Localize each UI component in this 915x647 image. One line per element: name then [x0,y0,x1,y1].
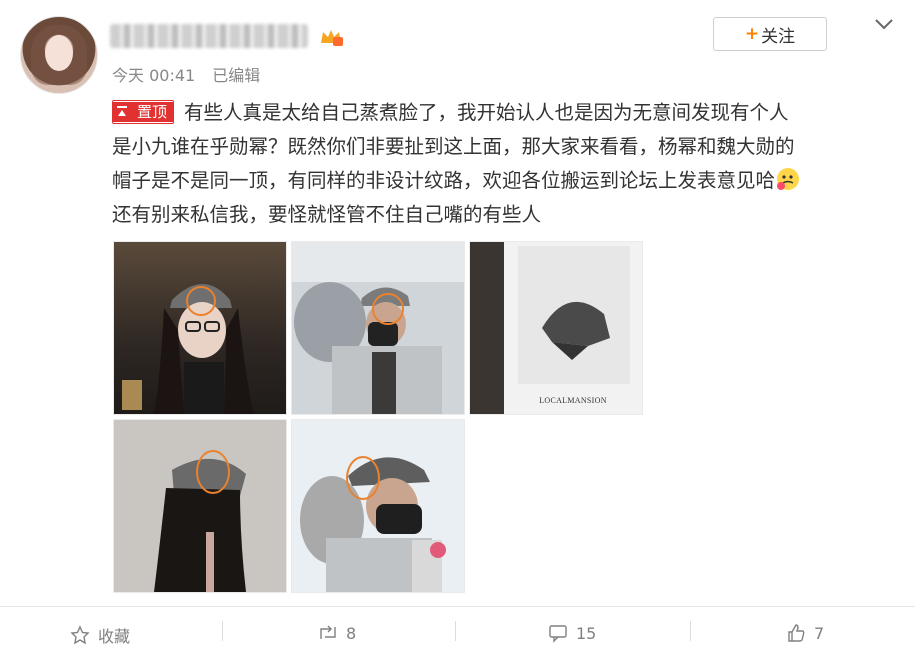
chevron-down-icon[interactable] [872,12,896,36]
highlight-circle [186,286,216,316]
emoji-icon [775,166,801,192]
text-line-3: 帽子是不是同一顶，有同样的非设计纹路，欢迎各位搬运到论坛上发表意见哈 [112,164,892,198]
follow-label: 关注 [761,26,796,47]
photo-1[interactable] [113,241,287,415]
repost-count: 8 [346,623,357,643]
text-line-4: 还有别来私信我，要怪就怪管不住自己嘴的有些人 [112,203,542,226]
action-separator [690,621,691,641]
like-count: 7 [814,623,825,643]
pin-icon [113,101,131,122]
photo-4[interactable] [113,419,287,593]
post-meta: 今天 00:41 已编辑 [112,62,272,86]
comment-icon [548,623,568,643]
photo-5[interactable] [291,419,465,593]
username-blurred[interactable] [110,24,308,48]
like-icon [786,623,806,643]
pin-badge: 置顶 [112,99,175,124]
text-line-2: 是小九谁在乎勋幂？既然你们非要扯到这上面，那大家来看看，杨幂和魏大勋的 [112,135,795,158]
follow-button[interactable]: + 关注 [713,17,827,51]
comment-count: 15 [576,623,597,643]
comment-button[interactable]: 15 [548,623,596,643]
action-separator [222,621,223,641]
photo-3[interactable]: LOCALMANSION [469,241,643,415]
post-text: 置顶 有些人真是太给自己蒸煮脸了，我开始认人也是因为无意间发现有个人 是小九谁在… [112,96,892,232]
avatar[interactable] [20,16,98,94]
plus-icon: + [744,24,760,44]
crown-icon [318,26,344,48]
highlight-circle [196,450,230,494]
product-label: LOCALMANSION [539,396,607,405]
favorite-icon [70,625,90,645]
highlight-circle [372,293,404,325]
photo-2[interactable] [291,241,465,415]
pin-label: 置顶 [131,101,174,122]
text-line-1: 置顶 有些人真是太给自己蒸煮脸了，我开始认人也是因为无意间发现有个人 [112,96,892,130]
repost-icon [318,623,338,643]
highlight-circle [346,456,380,500]
edited-label: 已编辑 [212,66,261,85]
action-bar: 收藏 8 15 7 [0,607,915,646]
post-time[interactable]: 今天 00:41 [112,66,195,85]
like-button[interactable]: 7 [786,623,824,643]
repost-button[interactable]: 8 [318,623,356,643]
favorite-label: 收藏 [98,627,131,646]
action-separator [455,621,456,641]
favorite-button[interactable]: 收藏 [70,623,130,647]
